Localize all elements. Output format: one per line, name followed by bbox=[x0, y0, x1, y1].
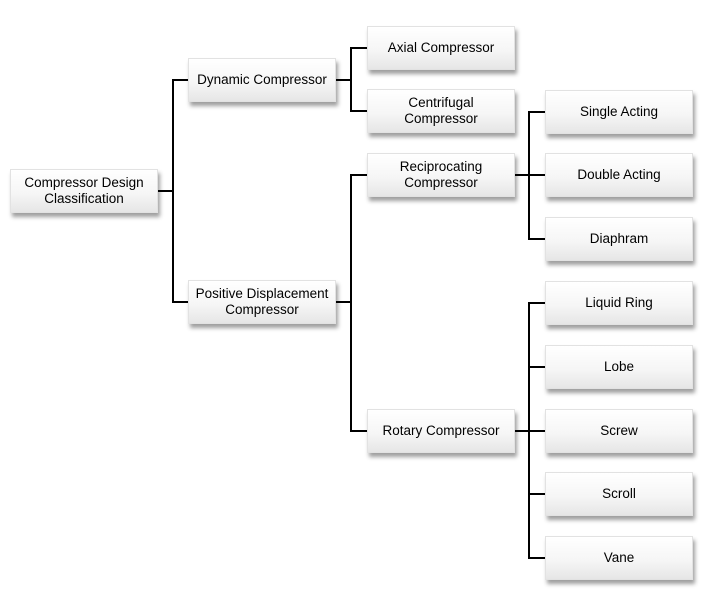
node-liquid-ring[interactable]: Liquid Ring bbox=[545, 281, 693, 325]
node-compressor-design-classification[interactable]: Compressor Design Classification bbox=[10, 169, 158, 213]
node-single-acting[interactable]: Single Acting bbox=[545, 90, 693, 134]
compressor-classification-diagram: Compressor Design Classification Dynamic… bbox=[0, 0, 704, 606]
node-label: Liquid Ring bbox=[585, 295, 653, 310]
node-double-acting[interactable]: Double Acting bbox=[545, 153, 693, 197]
node-label: Reciprocating Compressor bbox=[399, 159, 483, 190]
node-screw[interactable]: Screw bbox=[545, 409, 693, 453]
node-axial-compressor[interactable]: Axial Compressor bbox=[367, 26, 515, 70]
node-lobe[interactable]: Lobe bbox=[545, 345, 693, 389]
node-centrifugal-compressor[interactable]: Centrifugal Compressor bbox=[367, 89, 515, 133]
node-rotary-compressor[interactable]: Rotary Compressor bbox=[367, 409, 515, 453]
node-label: Single Acting bbox=[579, 104, 659, 119]
node-label: Compressor Design Classification bbox=[24, 175, 144, 206]
node-label: Rotary Compressor bbox=[382, 423, 500, 438]
node-dynamic-compressor[interactable]: Dynamic Compressor bbox=[188, 58, 336, 102]
node-label: Vane bbox=[603, 550, 635, 565]
node-label: Screw bbox=[600, 423, 638, 438]
node-label: Scroll bbox=[602, 486, 636, 501]
node-label: Dynamic Compressor bbox=[197, 72, 327, 87]
node-label: Diaphram bbox=[589, 231, 649, 246]
node-positive-displacement-compressor[interactable]: Positive Displacement Compressor bbox=[188, 280, 336, 324]
node-label: Double Acting bbox=[577, 167, 661, 182]
node-label: Positive Displacement Compressor bbox=[195, 286, 329, 317]
node-reciprocating-compressor[interactable]: Reciprocating Compressor bbox=[367, 153, 515, 197]
node-label: Axial Compressor bbox=[387, 40, 495, 55]
node-vane[interactable]: Vane bbox=[545, 536, 693, 580]
node-scroll[interactable]: Scroll bbox=[545, 472, 693, 516]
node-label: Lobe bbox=[603, 359, 635, 374]
node-label: Centrifugal Compressor bbox=[404, 95, 478, 126]
node-diaphram[interactable]: Diaphram bbox=[545, 217, 693, 261]
